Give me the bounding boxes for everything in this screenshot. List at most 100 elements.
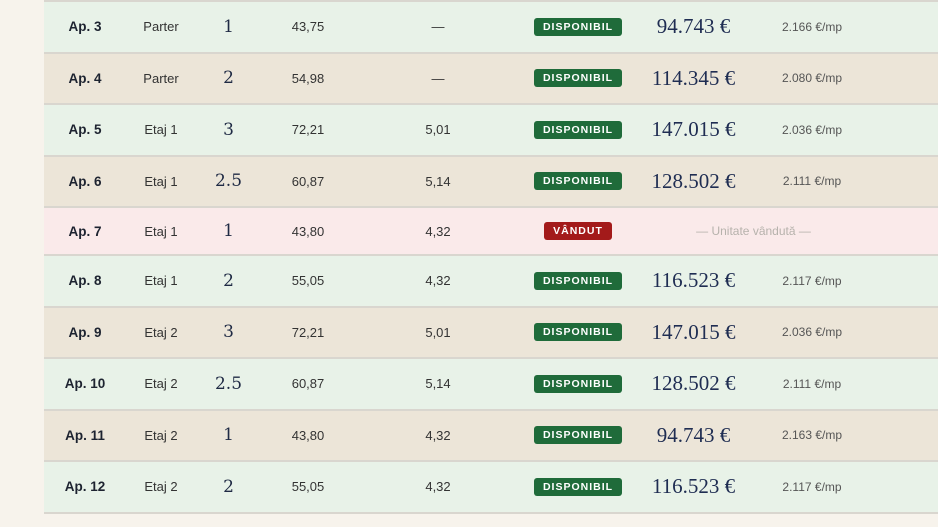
status-cell: DISPONIBIL <box>521 323 635 342</box>
balcony-area: — <box>431 70 445 86</box>
status-cell: DISPONIBIL <box>521 271 635 290</box>
table-row[interactable]: Ap. 6 Etaj 1 2.5 60,87 5,14 DISPONIBIL 1… <box>44 156 938 208</box>
area: 72,21 <box>291 122 325 138</box>
floor: Etaj 2 <box>144 376 178 392</box>
rooms: 3 <box>223 322 234 343</box>
price: 114.345 € <box>651 65 736 90</box>
status-cell: DISPONIBIL <box>521 426 635 445</box>
floor: Parter <box>143 19 179 35</box>
status-badge: VÂNDUT <box>544 222 612 240</box>
status-badge: DISPONIBIL <box>533 477 623 496</box>
status-cell: DISPONIBIL <box>521 17 635 36</box>
apartment-number: Ap. 11 <box>65 427 105 443</box>
table-row[interactable]: Ap. 3 Parter 1 43,75 — DISPONIBIL 94.743… <box>44 2 938 54</box>
price-per-sqm: 2.111 €/mp <box>782 174 842 189</box>
floor: Etaj 2 <box>144 324 178 340</box>
rooms: 2 <box>223 476 234 497</box>
price: 128.502 € <box>651 168 736 193</box>
price-per-sqm: 2.163 €/mp <box>781 428 843 443</box>
table-row[interactable]: Ap. 10 Etaj 2 2.5 60,87 5,14 DISPONIBIL … <box>44 359 938 411</box>
apartment-number: Ap. 6 <box>68 173 102 189</box>
price-per-sqm: 2.080 €/mp <box>781 71 843 86</box>
table-row[interactable]: Ap. 12 Etaj 2 2 55,05 4,32 DISPONIBIL 11… <box>44 462 938 514</box>
balcony-area: 4,32 <box>425 223 451 239</box>
area: 60,87 <box>291 376 325 392</box>
sold-note: — Unitate vândută — <box>696 224 811 238</box>
status-badge: DISPONIBIL <box>533 172 623 191</box>
apartment-number: Ap. 10 <box>64 376 106 392</box>
area: 55,05 <box>291 273 325 289</box>
apartments-table: Ap. 3 Parter 1 43,75 — DISPONIBIL 94.743… <box>44 0 938 514</box>
rooms: 1 <box>223 16 234 37</box>
table-row[interactable]: Ap. 8 Etaj 1 2 55,05 4,32 DISPONIBIL 116… <box>44 256 938 308</box>
price-per-sqm: 2.117 €/mp <box>782 479 842 494</box>
rooms: 1 <box>223 221 234 241</box>
status-badge: DISPONIBIL <box>533 69 623 88</box>
status-cell: VÂNDUT <box>521 222 635 240</box>
status-cell: DISPONIBIL <box>521 69 635 88</box>
status-badge: DISPONIBIL <box>533 323 623 342</box>
status-badge: DISPONIBIL <box>533 120 623 139</box>
rooms: 1 <box>223 425 234 446</box>
status-cell: DISPONIBIL <box>521 374 635 393</box>
price: 116.523 € <box>651 268 736 293</box>
balcony-area: 4,32 <box>425 273 451 289</box>
floor: Etaj 1 <box>144 223 178 239</box>
balcony-area: 4,32 <box>425 479 451 495</box>
table-row[interactable]: Ap. 9 Etaj 2 3 72,21 5,01 DISPONIBIL 147… <box>44 307 938 359</box>
price-per-sqm: 2.036 €/mp <box>781 325 843 340</box>
status-cell: DISPONIBIL <box>521 120 635 139</box>
table-row[interactable]: Ap. 7 Etaj 1 1 43,80 4,32 VÂNDUT — Unita… <box>44 208 938 256</box>
balcony-area: 4,32 <box>425 427 451 443</box>
balcony-area: — <box>431 19 445 35</box>
rooms: 3 <box>223 119 234 140</box>
apartment-number: Ap. 9 <box>68 324 102 340</box>
floor: Etaj 1 <box>144 273 178 289</box>
price-per-sqm: 2.117 €/mp <box>782 273 842 288</box>
floor: Etaj 2 <box>144 479 178 495</box>
price: 94.743 € <box>656 422 731 447</box>
balcony-area: 5,01 <box>425 122 451 138</box>
table-row[interactable]: Ap. 5 Etaj 1 3 72,21 5,01 DISPONIBIL 147… <box>44 105 938 157</box>
apartment-number: Ap. 5 <box>68 122 102 138</box>
table-row[interactable]: Ap. 4 Parter 2 54,98 — DISPONIBIL 114.34… <box>44 53 938 105</box>
area: 43,75 <box>291 19 325 35</box>
apartment-number: Ap. 3 <box>68 19 102 35</box>
apartment-number: Ap. 8 <box>68 273 102 289</box>
floor: Etaj 2 <box>144 427 178 443</box>
price: 128.502 € <box>651 371 736 396</box>
balcony-area: 5,01 <box>425 324 451 340</box>
rooms: 2 <box>223 68 234 89</box>
status-badge: DISPONIBIL <box>533 17 623 36</box>
rooms: 2.5 <box>214 373 243 394</box>
apartment-number: Ap. 12 <box>64 479 106 495</box>
rooms: 2 <box>223 270 234 291</box>
status-badge: DISPONIBIL <box>533 271 623 290</box>
area: 60,87 <box>291 173 325 189</box>
table-row[interactable]: Ap. 11 Etaj 2 1 43,80 4,32 DISPONIBIL 94… <box>44 410 938 462</box>
area: 43,80 <box>291 223 325 239</box>
apartment-number: Ap. 7 <box>68 223 102 239</box>
price-per-sqm: 2.036 €/mp <box>781 122 843 137</box>
balcony-area: 5,14 <box>425 173 451 189</box>
price: 147.015 € <box>651 117 736 142</box>
price-per-sqm: 2.111 €/mp <box>782 376 842 391</box>
price: 116.523 € <box>651 474 736 499</box>
area: 55,05 <box>291 479 325 495</box>
floor: Parter <box>143 70 179 86</box>
price: 94.743 € <box>656 14 731 39</box>
area: 54,98 <box>291 70 325 86</box>
price: 147.015 € <box>651 319 736 344</box>
area: 72,21 <box>291 324 325 340</box>
balcony-area: 5,14 <box>425 376 451 392</box>
floor: Etaj 1 <box>144 122 178 138</box>
apartment-number: Ap. 4 <box>68 70 102 86</box>
rooms: 2.5 <box>214 171 243 192</box>
status-badge: DISPONIBIL <box>533 374 623 393</box>
status-cell: DISPONIBIL <box>521 477 635 496</box>
floor: Etaj 1 <box>144 173 178 189</box>
price-per-sqm: 2.166 €/mp <box>781 19 843 34</box>
area: 43,80 <box>291 427 325 443</box>
status-badge: DISPONIBIL <box>533 426 623 445</box>
status-cell: DISPONIBIL <box>521 172 635 191</box>
